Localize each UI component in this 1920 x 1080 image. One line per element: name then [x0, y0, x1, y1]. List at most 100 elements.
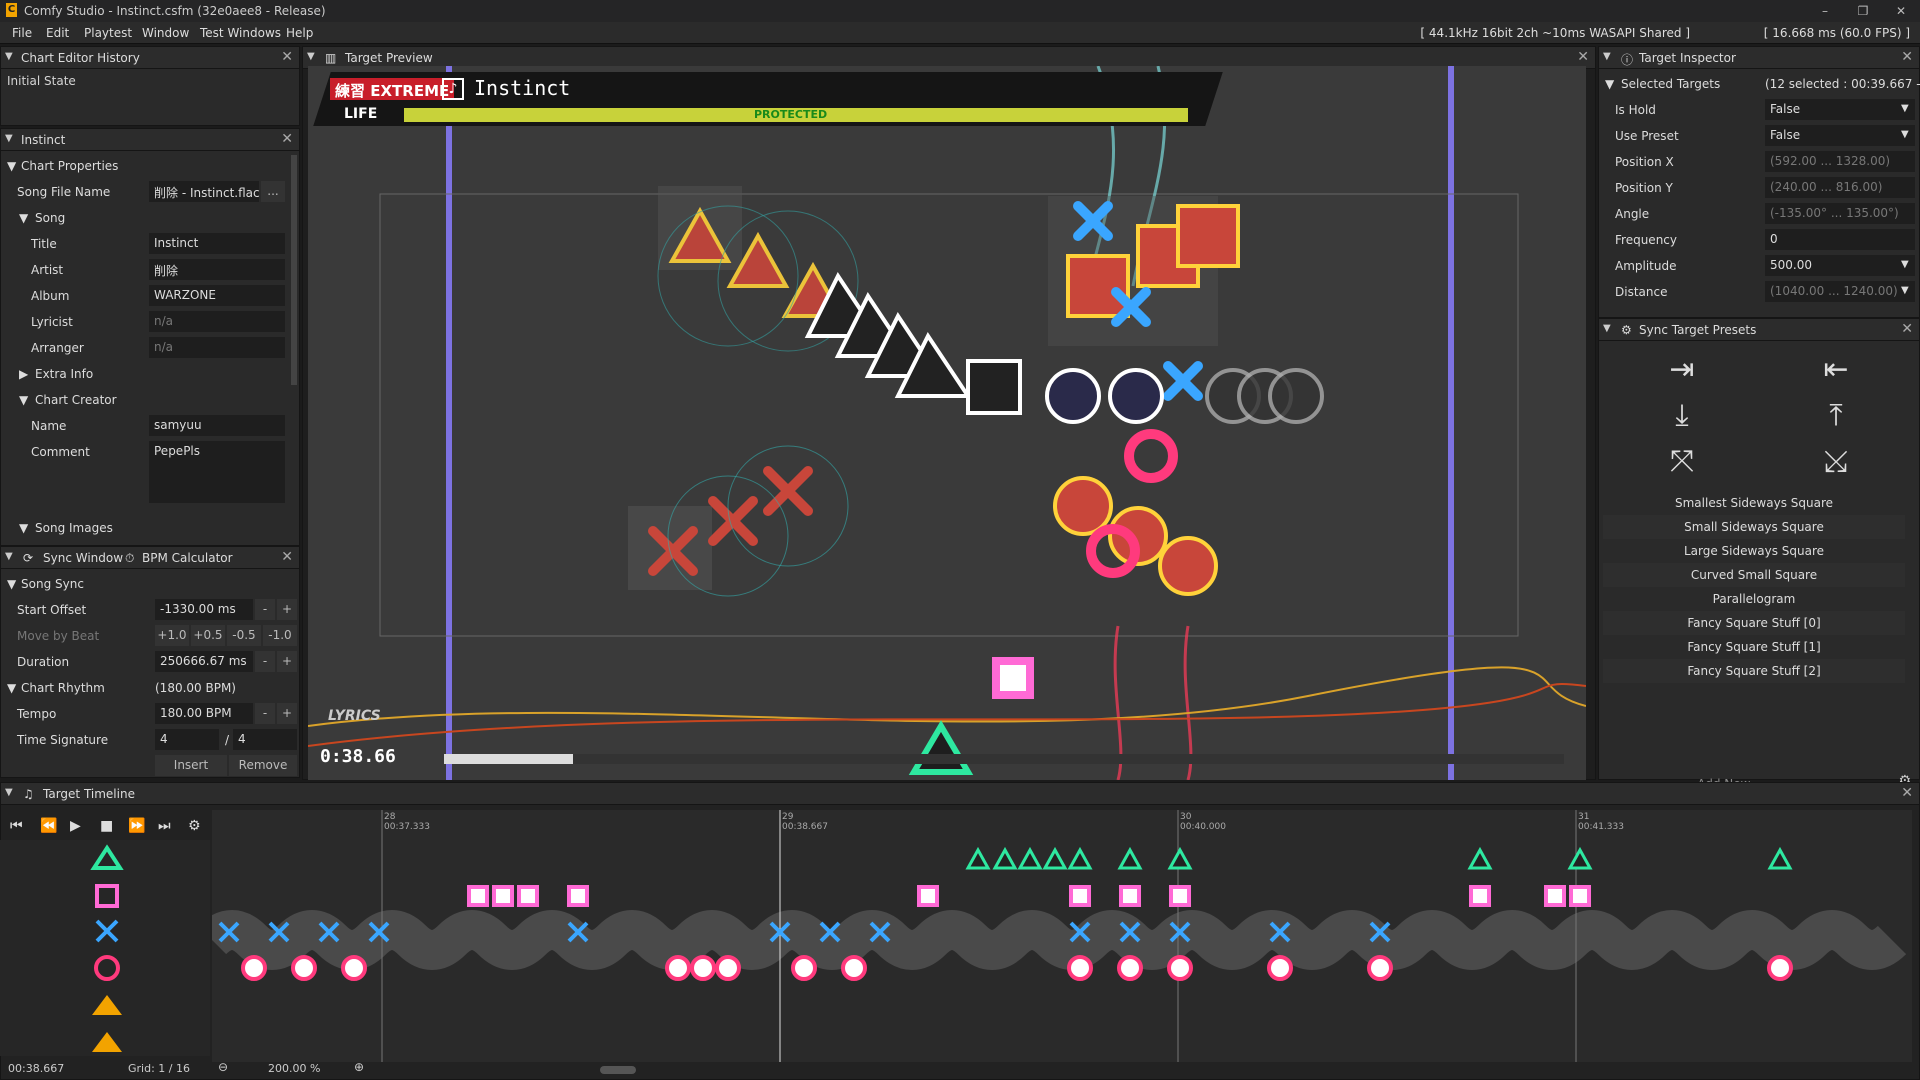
chart-properties-section[interactable]: Chart Properties [21, 159, 118, 173]
square-target[interactable] [1176, 204, 1240, 268]
circle-target[interactable] [1108, 368, 1164, 424]
timeline-circle-note[interactable] [1367, 955, 1393, 981]
timeline-circle-note[interactable] [665, 955, 691, 981]
preset-item[interactable]: Smallest Sideways Square [1603, 491, 1905, 515]
timeline-triangle-note[interactable] [1167, 846, 1193, 870]
menu-file[interactable]: File [12, 26, 32, 40]
inspector-field[interactable]: False [1765, 125, 1915, 146]
inspector-field[interactable]: 500.00 [1765, 255, 1915, 276]
close-icon[interactable]: ✕ [1901, 785, 1913, 801]
chart-creator-section[interactable]: Chart Creator [35, 393, 117, 407]
inspector-field[interactable]: False [1765, 99, 1915, 120]
inspector-field[interactable]: (592.00 ... 1328.00) [1765, 151, 1915, 172]
inspector-field[interactable]: (240.00 ... 816.00) [1765, 177, 1915, 198]
preset-item[interactable]: Fancy Square Stuff [1] [1603, 635, 1905, 659]
close-icon[interactable]: ✕ [281, 549, 293, 565]
grid-division[interactable]: Grid: 1 / 16 [128, 1062, 190, 1075]
preview-canvas[interactable]: 練習 EXTREME ♪ Instinct LIFE PROTECTED LYR… [308, 66, 1586, 780]
timeline-square-note[interactable] [1169, 885, 1191, 907]
history-initial-state[interactable]: Initial State [1, 69, 299, 93]
timeline-circle-note[interactable] [690, 955, 716, 981]
timeline-settings-icon[interactable]: ⚙ [188, 818, 201, 834]
timeline-circle-note[interactable] [715, 955, 741, 981]
timeline-scrollbar[interactable] [600, 1066, 636, 1074]
timeline-circle-note[interactable] [791, 955, 817, 981]
song-sync-section[interactable]: Song Sync [21, 577, 84, 591]
artist-field[interactable]: 削除 [149, 259, 285, 280]
timeline-circle-note[interactable] [241, 955, 267, 981]
timeline-triangle-note[interactable] [1067, 846, 1093, 870]
close-icon[interactable]: ✕ [1901, 49, 1913, 65]
fast-forward-button[interactable]: ⏩ [128, 818, 145, 834]
skip-end-button[interactable]: ⏭ [158, 818, 171, 834]
minimize-button[interactable]: – [1806, 0, 1844, 22]
timeline-circle-note[interactable] [1067, 955, 1093, 981]
menu-window[interactable]: Window [142, 26, 189, 40]
timeline-triangle-note[interactable] [1117, 846, 1143, 870]
collapse-icon[interactable]: ▼ [5, 51, 13, 62]
album-field[interactable]: WARZONE [149, 285, 285, 306]
title-field[interactable]: Instinct [149, 233, 285, 254]
move-minus-half-button[interactable]: -0.5 [227, 625, 261, 646]
close-icon[interactable]: ✕ [1577, 49, 1589, 65]
tab-bpm-calculator[interactable]: BPM Calculator [142, 551, 233, 565]
close-icon[interactable]: ✕ [1901, 321, 1913, 337]
timeline-svg[interactable] [212, 810, 1912, 1062]
square-target[interactable] [1066, 254, 1130, 318]
inspector-field[interactable]: (-135.00° ... 135.00°) [1765, 203, 1915, 224]
timeline-square-note[interactable] [1469, 885, 1491, 907]
collapse-icon[interactable]: ▼ [5, 133, 13, 144]
dropdown-arrow-icon[interactable]: ▼ [1901, 129, 1909, 140]
compress-button[interactable]: ⤧ [1607, 439, 1757, 483]
circle-target[interactable] [1124, 429, 1178, 483]
timeline-triangle-note[interactable] [1567, 846, 1593, 870]
increment-button[interactable]: + [277, 703, 297, 724]
time-signature-denominator[interactable]: 4 [233, 729, 297, 750]
timeline-triangle-note[interactable] [1467, 846, 1493, 870]
timeline-triangle-note[interactable] [992, 846, 1018, 870]
insert-button[interactable]: Insert [155, 755, 227, 776]
close-icon[interactable]: ✕ [281, 131, 293, 147]
align-up-button[interactable]: ⤒ [1761, 393, 1911, 437]
arranger-field[interactable]: n/a [149, 337, 285, 358]
menu-help[interactable]: Help [286, 26, 313, 40]
circle-target[interactable] [1053, 476, 1113, 536]
menu-test-windows[interactable]: Test Windows [200, 26, 281, 40]
timeline-square-note[interactable] [492, 885, 514, 907]
preset-item[interactable]: Small Sideways Square [1603, 515, 1905, 539]
decrement-button[interactable]: - [255, 599, 275, 620]
timeline-circle-note[interactable] [1267, 955, 1293, 981]
preset-item[interactable]: Curved Small Square [1603, 563, 1905, 587]
stop-button[interactable]: ■ [100, 818, 113, 834]
timeline-circle-note[interactable] [841, 955, 867, 981]
section-toggle-icon[interactable]: ▼ [7, 159, 16, 173]
menu-edit[interactable]: Edit [46, 26, 69, 40]
align-right-button[interactable]: ⇥ [1607, 347, 1757, 391]
zoom-in-icon[interactable]: ⊕ [354, 1060, 364, 1074]
close-button[interactable]: ✕ [1882, 0, 1920, 22]
selected-targets-section[interactable]: Selected Targets [1621, 77, 1720, 91]
dropdown-arrow-icon[interactable]: ▼ [1901, 285, 1909, 296]
decrement-button[interactable]: - [255, 651, 275, 672]
timeline-square-note[interactable] [1569, 885, 1591, 907]
merge-button[interactable]: ⤩ [1761, 439, 1911, 483]
align-left-button[interactable]: ⇤ [1761, 347, 1911, 391]
tab-sync-window[interactable]: Sync Window [43, 551, 123, 565]
preset-item[interactable]: Large Sideways Square [1603, 539, 1905, 563]
remove-button[interactable]: Remove [229, 755, 297, 776]
lyricist-field[interactable]: n/a [149, 311, 285, 332]
name-field[interactable]: samyuu [149, 415, 285, 436]
menu-playtest[interactable]: Playtest [84, 26, 132, 40]
cross-target[interactable] [1163, 361, 1203, 401]
scrollbar[interactable] [291, 155, 297, 385]
timeline-square-note[interactable] [1069, 885, 1091, 907]
circle-target[interactable] [1045, 368, 1101, 424]
increment-button[interactable]: + [277, 651, 297, 672]
preset-item[interactable]: Fancy Square Stuff [0] [1603, 611, 1905, 635]
decrement-button[interactable]: - [255, 703, 275, 724]
timeline-square-note[interactable] [517, 885, 539, 907]
inspector-field[interactable]: (1040.00 ... 1240.00) [1765, 281, 1915, 302]
timeline-circle-note[interactable] [341, 955, 367, 981]
timeline-triangle-note[interactable] [1042, 846, 1068, 870]
restore-button[interactable]: ❐ [1844, 0, 1882, 22]
